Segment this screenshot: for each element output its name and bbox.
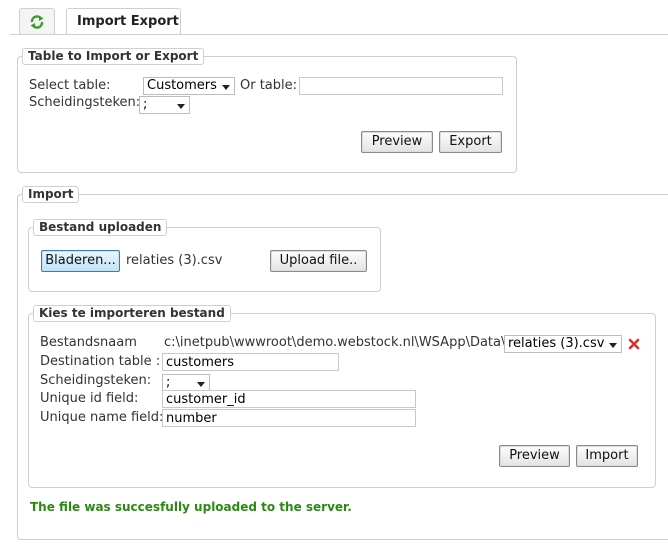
upload-section-legend: Bestand uploaden: [33, 219, 168, 236]
import-button[interactable]: Import: [576, 445, 638, 467]
choose-file-section-legend: Kies te importeren bestand: [33, 305, 231, 322]
destination-table-input[interactable]: [162, 353, 339, 371]
destination-table-label: Destination table :: [40, 354, 161, 369]
or-table-label: Or table:: [240, 78, 298, 93]
chevron-down-icon: [177, 104, 185, 109]
import-section-legend: Import: [22, 186, 80, 203]
unique-name-input[interactable]: [162, 409, 416, 427]
import-preview-button[interactable]: Preview: [499, 445, 570, 467]
table-section-legend: Table to Import or Export: [22, 48, 205, 65]
unique-id-input[interactable]: [162, 390, 416, 408]
export-button[interactable]: Export: [439, 131, 502, 153]
table-select-value: Customers: [147, 78, 217, 93]
unique-name-label: Unique name field:: [40, 410, 164, 425]
filename-label: Bestandsnaam: [40, 335, 137, 350]
browse-button[interactable]: Bladeren...: [41, 250, 120, 272]
import-separator-label: Scheidingsteken:: [40, 373, 152, 388]
refresh-icon[interactable]: [29, 14, 45, 30]
refresh-tab[interactable]: [19, 8, 55, 34]
tab-import-export[interactable]: Import Export: [66, 8, 181, 35]
chevron-down-icon: [609, 343, 617, 348]
tab-bar: Import Export: [0, 0, 668, 35]
upload-status-message: The file was succesfully uploaded to the…: [30, 500, 352, 514]
preview-button[interactable]: Preview: [361, 131, 433, 153]
file-path: c:\inetpub\wwwroot\demo.webstock.nl\WSAp…: [164, 335, 506, 350]
separator-select[interactable]: ;: [139, 96, 190, 114]
separator-label: Scheidingsteken:: [29, 95, 141, 110]
unique-id-label: Unique id field:: [40, 391, 139, 406]
delete-icon[interactable]: [628, 338, 640, 350]
uploaded-file-name: relaties (3).csv: [126, 253, 223, 268]
select-table-label: Select table:: [29, 78, 111, 93]
upload-file-button[interactable]: Upload file..: [270, 250, 367, 272]
import-separator-select-value: ;: [166, 375, 171, 390]
tab-divider: [10, 34, 668, 35]
import-file-select[interactable]: relaties (3).csv: [504, 335, 622, 353]
separator-select-value: ;: [143, 97, 148, 112]
import-file-select-value: relaties (3).csv: [508, 336, 605, 351]
chevron-down-icon: [197, 382, 205, 387]
table-select[interactable]: Customers: [143, 77, 235, 95]
or-table-input[interactable]: [299, 77, 503, 95]
chevron-down-icon: [222, 85, 230, 90]
table-section: Table to Import or Export: [17, 48, 517, 173]
